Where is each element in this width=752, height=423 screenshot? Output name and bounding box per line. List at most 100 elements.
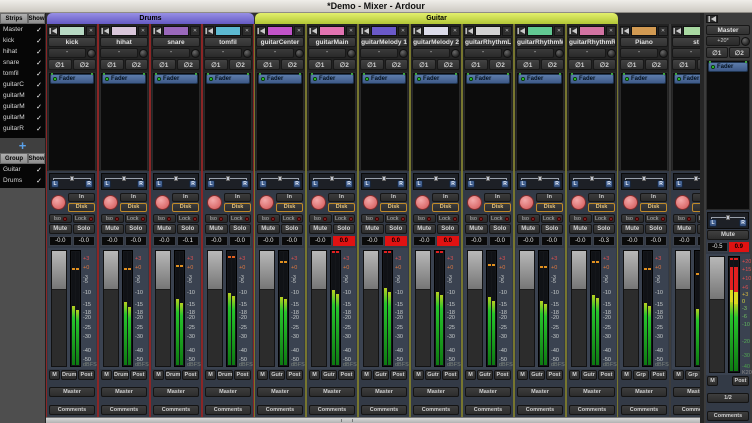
monitor-disk-button[interactable]: Disk [432,203,459,212]
peak-display[interactable]: -0.0 [73,236,96,246]
solo-button[interactable]: Solo [125,224,148,234]
phase-1-button[interactable]: ∅1 [620,59,644,70]
peak-display[interactable]: -0.0 [541,236,564,246]
strip-color-swatch[interactable] [579,26,605,36]
fader-handle[interactable] [676,251,690,290]
strip-name-button[interactable]: guitarRhythmLeft [464,37,512,47]
group-tab[interactable]: Drums [47,13,254,24]
monitor-disk-button[interactable]: Disk [172,203,199,212]
strip-close-button[interactable]: ✕ [294,26,304,36]
pan-thumb[interactable] [694,176,698,181]
pan-left-button[interactable]: L [467,180,475,188]
trim-display[interactable]: - [100,48,138,58]
strip-m-button[interactable]: M [517,370,528,380]
pan-right-button[interactable]: R [137,180,145,188]
visibility-checkmark[interactable]: ✓ [33,114,45,122]
mute-button[interactable]: Mute [621,224,644,234]
metering-point-button[interactable]: Post [286,370,303,380]
output-button[interactable]: Master [309,387,355,397]
fader-processor-entry[interactable]: Fader [310,74,354,84]
strip-group-button[interactable]: Gutr [529,370,545,380]
strip-color-swatch[interactable] [59,26,85,36]
output-button[interactable]: Master [257,387,303,397]
trim-display[interactable]: - [464,48,502,58]
fader-slider[interactable] [675,250,691,367]
pan-thumb[interactable] [226,176,230,181]
monitor-input-button[interactable]: In [276,193,303,202]
monitor-disk-button[interactable]: Disk [68,203,95,212]
gain-display[interactable]: -0.0 [621,236,644,246]
trim-knob[interactable] [659,49,668,58]
fader-slider[interactable] [155,250,171,367]
strip-color-swatch[interactable] [683,26,700,36]
pan-thumb[interactable] [486,176,490,181]
peak-display[interactable]: -0.0 [645,236,668,246]
master-trim-knob[interactable] [741,37,750,46]
group-column-header[interactable]: Group [0,153,28,164]
fader-slider[interactable] [571,250,587,367]
phase-2-button[interactable]: ∅2 [385,59,409,70]
phase-1-button[interactable]: ∅1 [412,59,436,70]
strip-group-button[interactable]: Gutr [269,370,285,380]
strip-color-swatch[interactable] [215,26,241,36]
peak-display[interactable]: 0.0 [437,236,460,246]
master-mute-button[interactable]: Mute [707,230,749,240]
phase-1-button[interactable]: ∅1 [48,59,72,70]
record-arm-button[interactable] [519,195,534,210]
monitor-disk-button[interactable]: Disk [276,203,303,212]
strip-name-button[interactable]: guitarMelody 1 [360,37,408,47]
trim-display[interactable]: - [256,48,294,58]
pan-thumb[interactable] [642,176,646,181]
record-arm-button[interactable] [155,195,170,210]
pan-right-button[interactable]: R [657,180,665,188]
horizontal-scrollbar[interactable] [46,417,700,423]
master-fader-processor-entry[interactable]: Fader [708,62,748,72]
strip-hide-button[interactable] [308,26,318,36]
peak-display[interactable]: -0.1 [177,236,200,246]
strip-name-button[interactable]: guitarRhythmMiddle [516,37,564,47]
monitor-input-button[interactable]: In [224,193,251,202]
pan-left-button[interactable]: L [51,180,59,188]
phase-1-button[interactable]: ∅1 [360,59,384,70]
solo-lock-button[interactable]: Lock [593,214,616,223]
phase-1-button[interactable]: ∅1 [308,59,332,70]
sidebar-strip-item[interactable]: guitarC✓ [0,79,45,90]
solo-isolate-button[interactable]: Iso [257,214,280,223]
solo-lock-button[interactable]: Lock [385,214,408,223]
strip-close-button[interactable]: ✕ [398,26,408,36]
fader-processor-entry[interactable]: Fader [414,74,458,84]
master-m-button[interactable]: M [707,376,718,386]
fader-processor-entry[interactable]: Fader [622,74,666,84]
pan-widget[interactable]: L R [309,173,355,190]
strip-m-button[interactable]: M [153,370,164,380]
trim-display[interactable]: - [516,48,554,58]
metering-point-button[interactable]: Post [234,370,251,380]
group-show-column-header[interactable]: Show [28,153,45,164]
solo-isolate-button[interactable]: Iso [413,214,436,223]
phase-2-button[interactable]: ∅2 [489,59,513,70]
visibility-checkmark[interactable]: ✓ [33,166,45,174]
strip-color-swatch[interactable] [267,26,293,36]
master-comments-button[interactable]: Comments [707,411,749,421]
pan-widget[interactable]: L R [413,173,459,190]
comments-button[interactable]: Comments [153,405,199,415]
strip-hide-button[interactable] [48,26,58,36]
fader-processor-entry[interactable]: Fader [258,74,302,84]
strip-group-button[interactable]: Drums [165,370,181,380]
monitor-disk-button[interactable]: Disk [120,203,147,212]
solo-lock-button[interactable]: Lock [333,214,356,223]
solo-lock-button[interactable]: Lock [281,214,304,223]
trim-display[interactable]: - [360,48,398,58]
strip-name-button[interactable]: guitarCenter [256,37,304,47]
trim-display[interactable]: - [412,48,450,58]
mute-button[interactable]: Mute [465,224,488,234]
solo-isolate-button[interactable]: Iso [101,214,124,223]
processor-box[interactable] [49,85,95,170]
fader-handle[interactable] [416,251,430,290]
strip-name-button[interactable]: guitarMelody 2 [412,37,460,47]
strip-group-button[interactable]: Drums [61,370,77,380]
output-button[interactable]: Master [49,387,95,397]
visibility-checkmark[interactable]: ✓ [33,177,45,185]
monitor-input-button[interactable]: In [380,193,407,202]
fader-slider[interactable] [259,250,275,367]
